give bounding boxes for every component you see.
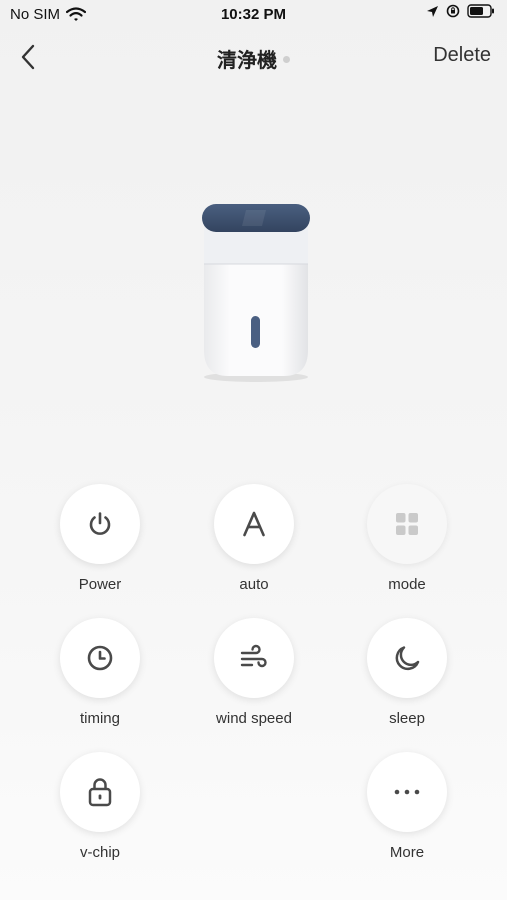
control-mode: mode [347, 484, 467, 593]
wind-icon [240, 644, 267, 668]
control-sleep: sleep [347, 618, 467, 727]
power-label: Power [78, 576, 122, 593]
nav-bar: 清浄機 Delete [0, 30, 507, 86]
letter-a-icon [243, 511, 265, 537]
control-v-chip: v-chip [40, 752, 160, 861]
page-title: 清浄機 [0, 44, 507, 73]
control-timing: timing [40, 618, 160, 727]
more-button[interactable] [367, 752, 447, 832]
lock-icon [88, 778, 112, 807]
control-wind-speed: wind speed [194, 618, 314, 727]
power-button[interactable] [60, 484, 140, 564]
auto-button[interactable] [214, 484, 294, 564]
control-power: Power [40, 484, 160, 593]
mode-button[interactable] [367, 484, 447, 564]
power-icon [89, 512, 111, 535]
location-arrow-icon [427, 5, 438, 17]
page-title-text: 清浄機 [217, 50, 277, 72]
air-purifier-image [202, 204, 310, 382]
sleep-label: sleep [389, 710, 425, 727]
wind-speed-button[interactable] [214, 618, 294, 698]
moon-icon [395, 646, 420, 671]
status-right [426, 4, 495, 18]
battery-icon [467, 4, 494, 18]
more-label: More [389, 844, 425, 861]
status-bar: No SIM 10:32 PM [0, 0, 507, 30]
device-image [196, 200, 316, 385]
v-chip-button[interactable] [60, 752, 140, 832]
auto-label: auto [239, 576, 269, 593]
status-dot [283, 56, 290, 64]
v-chip-label: v-chip [79, 844, 120, 861]
timing-button[interactable] [60, 618, 140, 698]
orientation-lock-icon [446, 4, 460, 18]
delete-button[interactable]: Delete [433, 44, 491, 67]
timing-label: timing [79, 710, 120, 727]
more-icon [394, 789, 420, 795]
clock-icon [87, 645, 113, 671]
mode-label: mode [388, 576, 426, 593]
sleep-button[interactable] [367, 618, 447, 698]
control-more: More [347, 752, 467, 861]
wind-speed-label: wind speed [216, 710, 292, 727]
control-auto: auto [194, 484, 314, 593]
grid-icon [396, 513, 418, 535]
